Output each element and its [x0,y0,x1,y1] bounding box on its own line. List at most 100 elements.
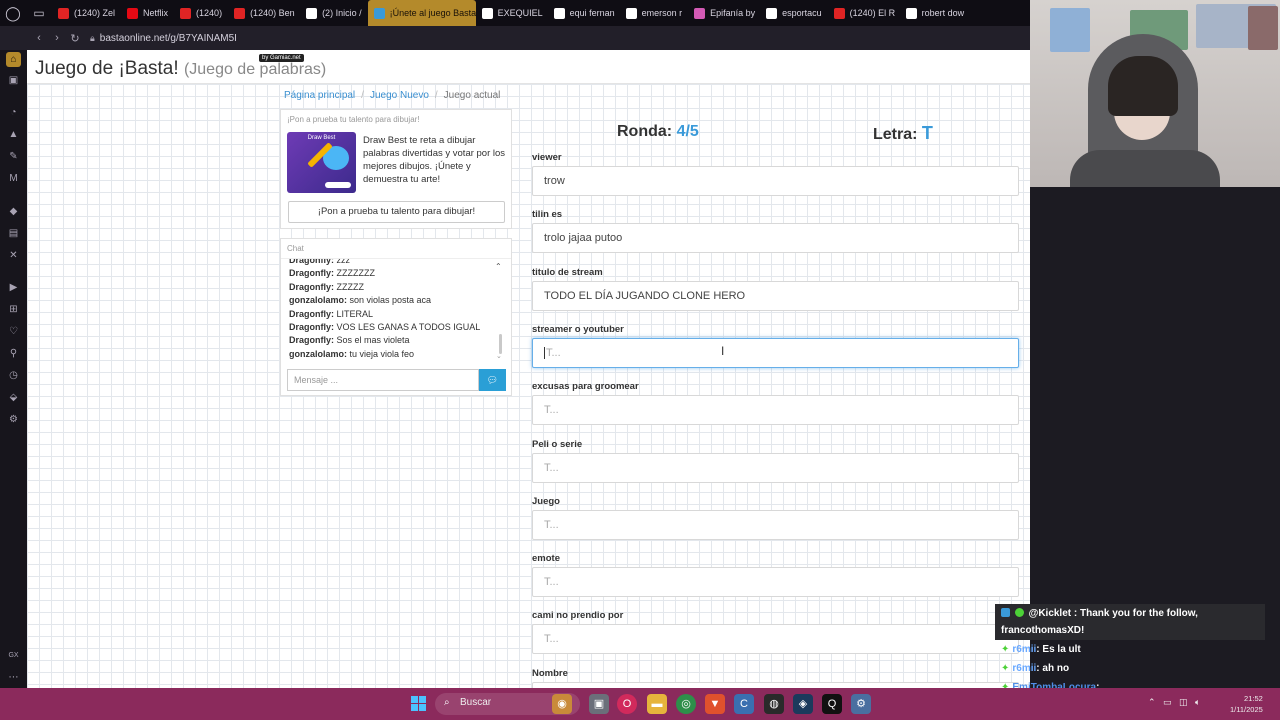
browser-tab[interactable]: esportacu [760,0,828,26]
settings-icon[interactable]: ⚙ [6,412,21,427]
web-page: Juego de ¡Basta! (Juego de palabras) by … [27,50,1030,688]
chat-text: Sos el mas violeta [336,335,410,346]
answer-input[interactable]: trolo jajaa putoo [532,223,1019,254]
app-q-icon[interactable]: Q [822,694,842,714]
tab-label: (1240) [196,8,223,18]
browser-tab[interactable]: Epifanía by [688,0,760,26]
download-icon[interactable]: ⬙ [6,390,21,405]
kick-icon[interactable]: ◆ [6,204,21,219]
twitch-icon[interactable]: ▤ [6,226,21,241]
browser-tab[interactable]: (1240) Zel [52,0,121,26]
browser-tab[interactable]: robert dow [900,0,971,26]
answer-input[interactable]: T... [532,509,1019,540]
chat-message: Dragonfly: ZZZZZZZ [289,267,499,280]
clock[interactable]: 21:52 1/11/2025 [1230,693,1263,715]
task-view-icon[interactable]: ▣ [589,694,609,714]
opera-logo-icon[interactable]: ◯ [0,0,26,26]
system-tray[interactable]: ⌃ ▭ ◫ 🔈︎ [1148,697,1200,708]
answer-input[interactable]: T... [532,337,1019,368]
gamiac-badge[interactable]: by Gamiac.net [259,54,304,62]
answer-placeholder: T... [544,576,559,589]
brave-icon[interactable]: ▼ [705,694,725,714]
tab-favicon-icon [766,7,778,19]
player-icon[interactable]: ▶ [6,280,21,295]
browser-tab[interactable]: equi fernan [548,0,620,26]
tab-label: Netflix [143,8,169,18]
stream-chat-message: ✦ r6mii: ah no [995,659,1265,678]
round-value: 4/5 [676,123,699,140]
tab-label: EXEQUIEL [497,8,543,18]
draw-best-image[interactable]: Draw Best [287,132,356,193]
speed-dial-icon[interactable]: ◔ [6,105,21,120]
search-icon: ⌕ [444,697,450,708]
answer-input[interactable]: TODO EL DÍA JUGANDO CLONE HERO [532,280,1019,311]
x-icon[interactable]: ✕ [6,248,21,263]
reload-icon[interactable]: ↻ [66,26,84,50]
chat-messages[interactable]: Dragonfly: zzz Dragonfly: ZZZZZZZ Dragonfl… [289,259,499,361]
address-bar: ‹ › ↻ 🔒︎ bastaonline.net/g/B7YAINAM5I [0,26,1030,50]
more-icon[interactable]: ⋯ [6,670,21,685]
mail-icon[interactable]: M [6,171,21,186]
back-icon[interactable]: ‹ [30,26,48,50]
tab-favicon-icon [694,7,706,19]
extensions-icon[interactable]: ⊞ [6,302,21,317]
pen-icon[interactable]: ✎ [6,149,21,164]
tab-label: (1240) Ben [250,8,295,18]
breadcrumb-home[interactable]: Página principal [284,90,355,101]
chat-message-input[interactable]: Mensaje ... [287,369,479,391]
answer-input[interactable]: T... [532,452,1019,483]
heart-icon[interactable]: ♡ [6,324,21,339]
chevron-up-icon[interactable]: ⌃ [495,262,502,271]
windows-start-icon[interactable] [411,696,427,712]
steam-icon[interactable]: ◈ [793,694,813,714]
browser-tab[interactable]: Netflix [121,0,174,26]
browser-tab[interactable]: (1240) Ben [228,0,300,26]
history-icon[interactable]: ◷ [6,368,21,383]
browser-tab[interactable]: emerson r [620,0,689,26]
home-icon[interactable]: ⌂ [6,52,21,67]
ad-button[interactable]: ¡Pon a prueba tu talento para dibujar! [288,201,505,223]
answer-input[interactable]: T... [532,567,1019,598]
chevron-down-icon[interactable]: ⌄ [496,352,502,360]
answer-input[interactable]: T... [532,395,1019,426]
tab-label: robert dow [921,8,965,18]
gx-icon[interactable]: GX [6,648,21,663]
gamepad-icon[interactable]: ▣ [6,73,21,88]
chat-text: VOS LES GANAS A TODOS IGUAL [336,321,481,332]
settings-gear-icon[interactable]: ⚙ [851,694,871,714]
chat-message: Dragonfly: LITERAL [289,308,499,321]
app-c-icon[interactable]: C [734,694,754,714]
field-label: streamer o youtuber [532,323,624,335]
file-explorer-icon[interactable]: ▬ [647,694,667,714]
chat-send-button[interactable]: 💬︎ [479,369,506,391]
site-title-main[interactable]: Juego de ¡Basta! [35,58,179,79]
browser-tab[interactable]: (2) Inicio / [300,0,368,26]
bag-icon[interactable]: ▲ [6,127,21,142]
chat-message: gonzalolamo: tu vieja viola feo [289,348,499,361]
stream-chat-user: r6mii [1012,663,1037,674]
widget-icon[interactable]: ◉ [552,694,572,714]
obs-icon[interactable]: ◍ [764,694,784,714]
browser-tab[interactable]: EXEQUIEL [476,0,548,26]
ad-text: Draw Best te reta a dibujar palabras div… [363,135,506,185]
chrome-icon[interactable]: ◎ [676,694,696,714]
ad-panel: ¡Pon a prueba tu talento para dibujar! D… [280,109,512,229]
tab-label: (1240) El R [849,8,896,18]
url-field[interactable]: bastaonline.net/g/B7YAINAM5I [100,33,237,44]
browser-tab[interactable]: (1240) El R [828,0,900,26]
browser-tab[interactable]: (1240) [174,0,228,26]
answer-input[interactable]: T... [532,624,1019,655]
chat-username: Dragonfly: [289,268,334,279]
browser-tab[interactable]: ¡Únete al juego Basta [367,0,476,26]
round-label: Ronda: [617,123,673,140]
chat-text: son violas posta aca [349,295,432,306]
opera-gx-icon[interactable]: O [617,694,637,714]
tab-label: ¡Únete al juego Basta [389,8,476,18]
answer-input[interactable]: trow [532,166,1019,196]
chat-scrollbar[interactable] [499,334,502,354]
field-label: Peli o serie [532,438,583,450]
pin-icon[interactable]: ⚲ [6,346,21,361]
breadcrumb-new-game[interactable]: Juego Nuevo [370,90,429,101]
forward-icon[interactable]: › [48,26,66,50]
tab-overview-icon[interactable]: ▭ [26,0,52,26]
